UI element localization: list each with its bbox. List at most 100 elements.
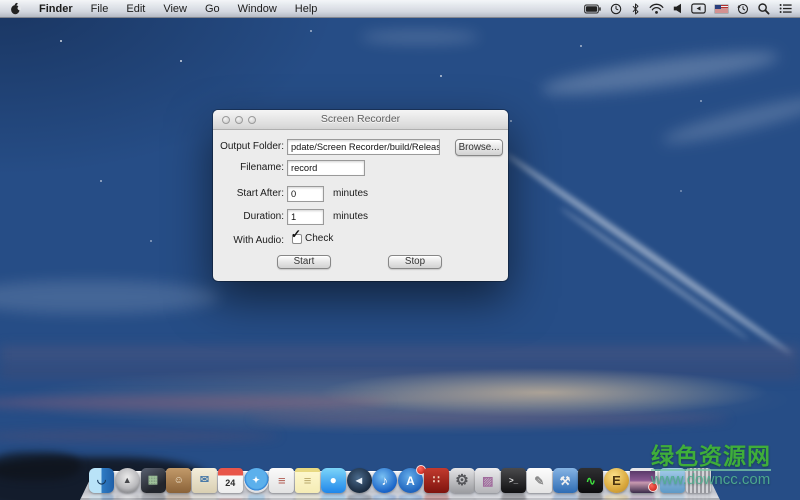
bluetooth-icon[interactable] [631,3,640,15]
app-menus: FinderFileEditViewGoWindowHelp [30,0,326,17]
safari-icon[interactable]: ✦ [244,468,269,493]
mission-control-glyph: ▦ [148,475,158,486]
apple-menu[interactable] [0,0,30,17]
browse-button[interactable]: Browse... [455,139,503,156]
facetime-reflection [347,494,372,500]
window-titlebar[interactable]: Screen Recorder [213,110,508,130]
notes-icon[interactable]: ≡ [295,468,320,493]
messages-icon[interactable]: ● [321,468,346,493]
activity-monitor-glyph: ∿ [586,475,596,487]
watermark-line2: www.downcc.com [651,472,771,488]
photos-app-reflection [475,494,500,500]
textedit-icon[interactable]: ✎ [527,468,552,493]
sea-streak [250,413,730,425]
reminders-glyph: ≡ [278,474,286,487]
calendar-icon[interactable]: 24 [218,468,243,493]
duration-field[interactable]: 1 [287,209,324,225]
notification-center-icon[interactable] [779,3,792,14]
contacts-reflection [166,494,191,500]
volume-icon[interactable] [673,3,682,14]
screen-recorder-app-reflection [630,494,655,500]
menu-item-finder[interactable]: Finder [30,0,82,17]
app-store-icon[interactable]: A [398,468,423,493]
display-icon[interactable] [691,3,706,14]
terminal-icon[interactable]: >_ [501,468,526,493]
safari-reflection [244,494,269,500]
menu-item-window[interactable]: Window [229,0,286,17]
wifi-icon[interactable] [649,3,664,14]
filename-field[interactable]: record [287,160,365,176]
mission-control-icon[interactable]: ▦ [141,468,166,493]
photos-app-icon[interactable]: ▨ [475,468,500,493]
notes-glyph: ≡ [304,474,312,487]
mail-reflection [192,494,217,500]
time-machine-icon[interactable] [737,3,749,15]
duration-unit: minutes [333,209,368,225]
rocks [0,452,80,480]
xcode-glyph: ⚒ [560,475,571,487]
xcode-icon[interactable]: ⚒ [553,468,578,493]
terminal-glyph: >_ [509,477,518,485]
start-after-field[interactable]: 0 [287,186,324,202]
messages-reflection [321,494,346,500]
stop-button[interactable]: Stop [388,255,442,269]
start-after-unit: minutes [333,186,368,202]
messages-glyph: ● [330,474,337,486]
coin-e-app-reflection [604,494,629,500]
checkmark-icon: ✓ [291,227,301,241]
status-menu-area [584,0,800,17]
screen-recorder-window: Screen Recorder Output Folder: pdate/Scr… [213,110,508,281]
system-preferences-icon[interactable]: ⚙ [450,468,475,493]
itunes-icon[interactable]: ♪ [372,468,397,493]
finder-icon[interactable]: ◡ [89,468,114,493]
itunes-reflection [372,494,397,500]
system-preferences-reflection [450,494,475,500]
dock-icons: ◡ ▲ ▦ ☺ ✉ 24 ✦ ≡ ≡ ● ◀ ♪ A ∷ ⚙ ▨ >_ ✎ ⚒ ∿ E [89,465,711,493]
menu-item-edit[interactable]: Edit [117,0,154,17]
trash-reflection [686,494,711,500]
reminders-icon[interactable]: ≡ [269,468,294,493]
launchpad-reflection [115,494,140,500]
movie-app-icon[interactable]: ∷ [424,468,449,493]
facetime-glyph: ◀ [356,477,362,485]
menu-item-go[interactable]: Go [196,0,229,17]
calendar-reflection [218,494,243,500]
mail-icon[interactable]: ✉ [192,468,217,493]
us-flag-icon[interactable] [715,5,728,13]
itunes-glyph: ♪ [382,474,389,487]
xcode-reflection [553,494,578,500]
spotlight-icon[interactable] [758,3,770,15]
with-audio-checkbox-label: Check [305,233,333,245]
launchpad-glyph: ▲ [123,476,132,485]
activity-monitor-icon[interactable]: ∿ [578,468,603,493]
app-store-glyph: A [406,475,415,487]
notes-reflection [295,494,320,500]
coin-e-app-icon[interactable]: E [604,468,629,493]
menu-bar-left: FinderFileEditViewGoWindowHelp [0,0,326,17]
contacts-icon[interactable]: ☺ [166,468,191,493]
duration-label: Duration: [213,209,284,225]
movie-app-reflection [424,494,449,500]
watermark-line1: 绿色资源网 [651,444,771,471]
activity-monitor-reflection [578,494,603,500]
coin-e-app-glyph: E [612,474,621,487]
movie-app-glyph: ∷ [433,475,440,486]
photos-app-glyph: ▨ [482,475,493,487]
menu-item-file[interactable]: File [82,0,118,17]
contacts-glyph: ☺ [174,476,184,486]
output-folder-field[interactable]: pdate/Screen Recorder/build/Release [287,139,440,155]
menu-item-help[interactable]: Help [286,0,327,17]
safari-glyph: ✦ [252,476,260,485]
menu-item-view[interactable]: View [154,0,196,17]
system-preferences-glyph: ⚙ [455,473,468,488]
window-title: Screen Recorder [213,113,508,125]
apple-logo-icon [10,2,21,15]
menu-bar: FinderFileEditViewGoWindowHelp [0,0,800,18]
mail-glyph: ✉ [200,475,209,486]
clock-icon[interactable] [610,3,622,15]
calendar-glyph: 24 [225,479,235,488]
start-button[interactable]: Start [277,255,331,269]
launchpad-icon[interactable]: ▲ [115,468,140,493]
facetime-icon[interactable]: ◀ [347,468,372,493]
battery-icon[interactable] [584,4,601,14]
